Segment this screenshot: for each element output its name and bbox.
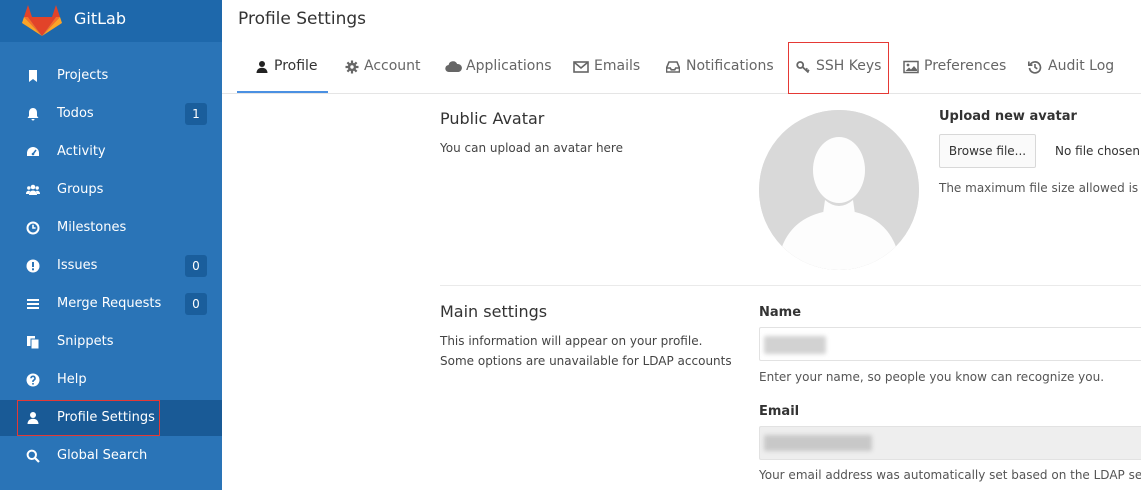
envelope-icon <box>573 61 589 73</box>
name-label: Name <box>759 305 802 320</box>
gear-icon <box>345 60 359 74</box>
merge-requests-count-badge: 0 <box>185 293 207 315</box>
list-icon <box>27 299 39 309</box>
tab-preferences[interactable]: Preferences <box>903 42 1007 94</box>
key-icon <box>796 61 810 74</box>
tab-label: Profile <box>274 58 318 74</box>
name-hint: Enter your name, so people you know can … <box>759 370 1105 384</box>
cloud-icon <box>445 61 462 73</box>
tab-emails[interactable]: Emails <box>572 42 652 94</box>
sidebar-item-label: Todos <box>57 106 94 121</box>
name-field[interactable] <box>759 327 1141 361</box>
tab-applications[interactable]: Applications <box>443 42 552 94</box>
gitlab-logo-icon <box>22 5 62 36</box>
sidebar-item-label: Global Search <box>57 448 148 463</box>
exclamation-circle-icon <box>26 259 40 273</box>
active-tab-indicator <box>237 91 328 93</box>
sidebar-item-help[interactable]: Help <box>0 362 222 398</box>
email-field[interactable] <box>759 426 1141 460</box>
sidebar: GitLab Projects Todos 1 Activity Groups … <box>0 0 222 490</box>
page-title: Profile Settings <box>238 9 366 29</box>
section-divider <box>440 285 1141 286</box>
image-icon <box>903 60 919 74</box>
tab-label: Audit Log <box>1048 58 1115 74</box>
public-avatar-heading: Public Avatar <box>440 109 545 128</box>
question-circle-icon <box>26 373 40 387</box>
main-settings-heading: Main settings <box>440 302 548 321</box>
sidebar-item-merge-requests[interactable]: Merge Requests 0 <box>0 286 222 322</box>
upload-avatar-label: Upload new avatar <box>939 109 1077 124</box>
default-avatar-icon <box>759 110 919 270</box>
browse-file-button[interactable]: Browse file... <box>939 134 1036 168</box>
file-status-text: No file chosen <box>1055 144 1141 158</box>
tab-account[interactable]: Account <box>343 42 423 94</box>
redacted-name <box>764 336 826 354</box>
clipboard-icon <box>27 336 40 349</box>
inbox-icon <box>666 61 680 73</box>
app: GitLab Projects Todos 1 Activity Groups … <box>0 0 1141 490</box>
sidebar-item-profile-settings[interactable]: Profile Settings <box>0 400 222 436</box>
sidebar-item-issues[interactable]: Issues 0 <box>0 248 222 284</box>
tab-ssh-keys[interactable]: SSH Keys <box>795 42 885 94</box>
todos-count-badge: 1 <box>185 103 207 125</box>
sidebar-item-label: Projects <box>57 68 109 83</box>
tab-label: Notifications <box>686 58 774 74</box>
tab-label: Preferences <box>924 58 1007 74</box>
redacted-email <box>764 435 872 451</box>
email-hint: Your email address was automatically set… <box>759 468 1141 482</box>
sidebar-item-groups[interactable]: Groups <box>0 172 222 208</box>
sidebar-item-snippets[interactable]: Snippets <box>0 324 222 360</box>
tab-label: Applications <box>466 58 552 74</box>
sidebar-item-projects[interactable]: Projects <box>0 58 222 94</box>
avatar <box>759 110 919 270</box>
history-icon <box>1028 61 1042 74</box>
brand[interactable]: GitLab <box>0 0 222 42</box>
sidebar-item-label: Profile Settings <box>57 410 155 425</box>
tab-audit-log[interactable]: Audit Log <box>1028 42 1118 94</box>
tab-label: SSH Keys <box>816 58 882 74</box>
max-file-size-text: The maximum file size allowed is 2 <box>939 181 1141 195</box>
sidebar-item-label: Activity <box>57 144 106 159</box>
search-icon <box>26 449 40 463</box>
clock-icon <box>26 221 40 235</box>
sidebar-item-label: Merge Requests <box>57 296 162 311</box>
sidebar-item-label: Snippets <box>57 334 114 349</box>
settings-tabs: Profile Account Applications Emails Noti… <box>222 42 1141 94</box>
main-settings-description-line1: This information will appear on your pro… <box>440 334 703 348</box>
main-settings-description-line2: Some options are unavailable for LDAP ac… <box>440 354 732 368</box>
bell-icon <box>27 108 39 121</box>
tab-notifications[interactable]: Notifications <box>665 42 780 94</box>
tab-label: Account <box>364 58 421 74</box>
user-icon <box>256 61 268 73</box>
bookmark-icon <box>29 70 37 82</box>
tab-profile[interactable]: Profile <box>237 42 328 94</box>
sidebar-item-global-search[interactable]: Global Search <box>0 438 222 474</box>
sidebar-item-activity[interactable]: Activity <box>0 134 222 170</box>
brand-name: GitLab <box>74 9 126 28</box>
sidebar-item-label: Help <box>57 372 87 387</box>
sidebar-item-label: Milestones <box>57 220 127 235</box>
users-icon <box>26 184 40 195</box>
sidebar-item-label: Groups <box>57 182 104 197</box>
dashboard-icon <box>27 147 39 156</box>
issues-count-badge: 0 <box>185 255 207 277</box>
sidebar-item-todos[interactable]: Todos 1 <box>0 96 222 132</box>
tab-label: Emails <box>594 58 641 74</box>
email-label: Email <box>759 404 800 419</box>
public-avatar-description: You can upload an avatar here <box>440 141 623 155</box>
user-icon <box>27 412 39 424</box>
sidebar-item-label: Issues <box>57 258 98 273</box>
sidebar-item-milestones[interactable]: Milestones <box>0 210 222 246</box>
